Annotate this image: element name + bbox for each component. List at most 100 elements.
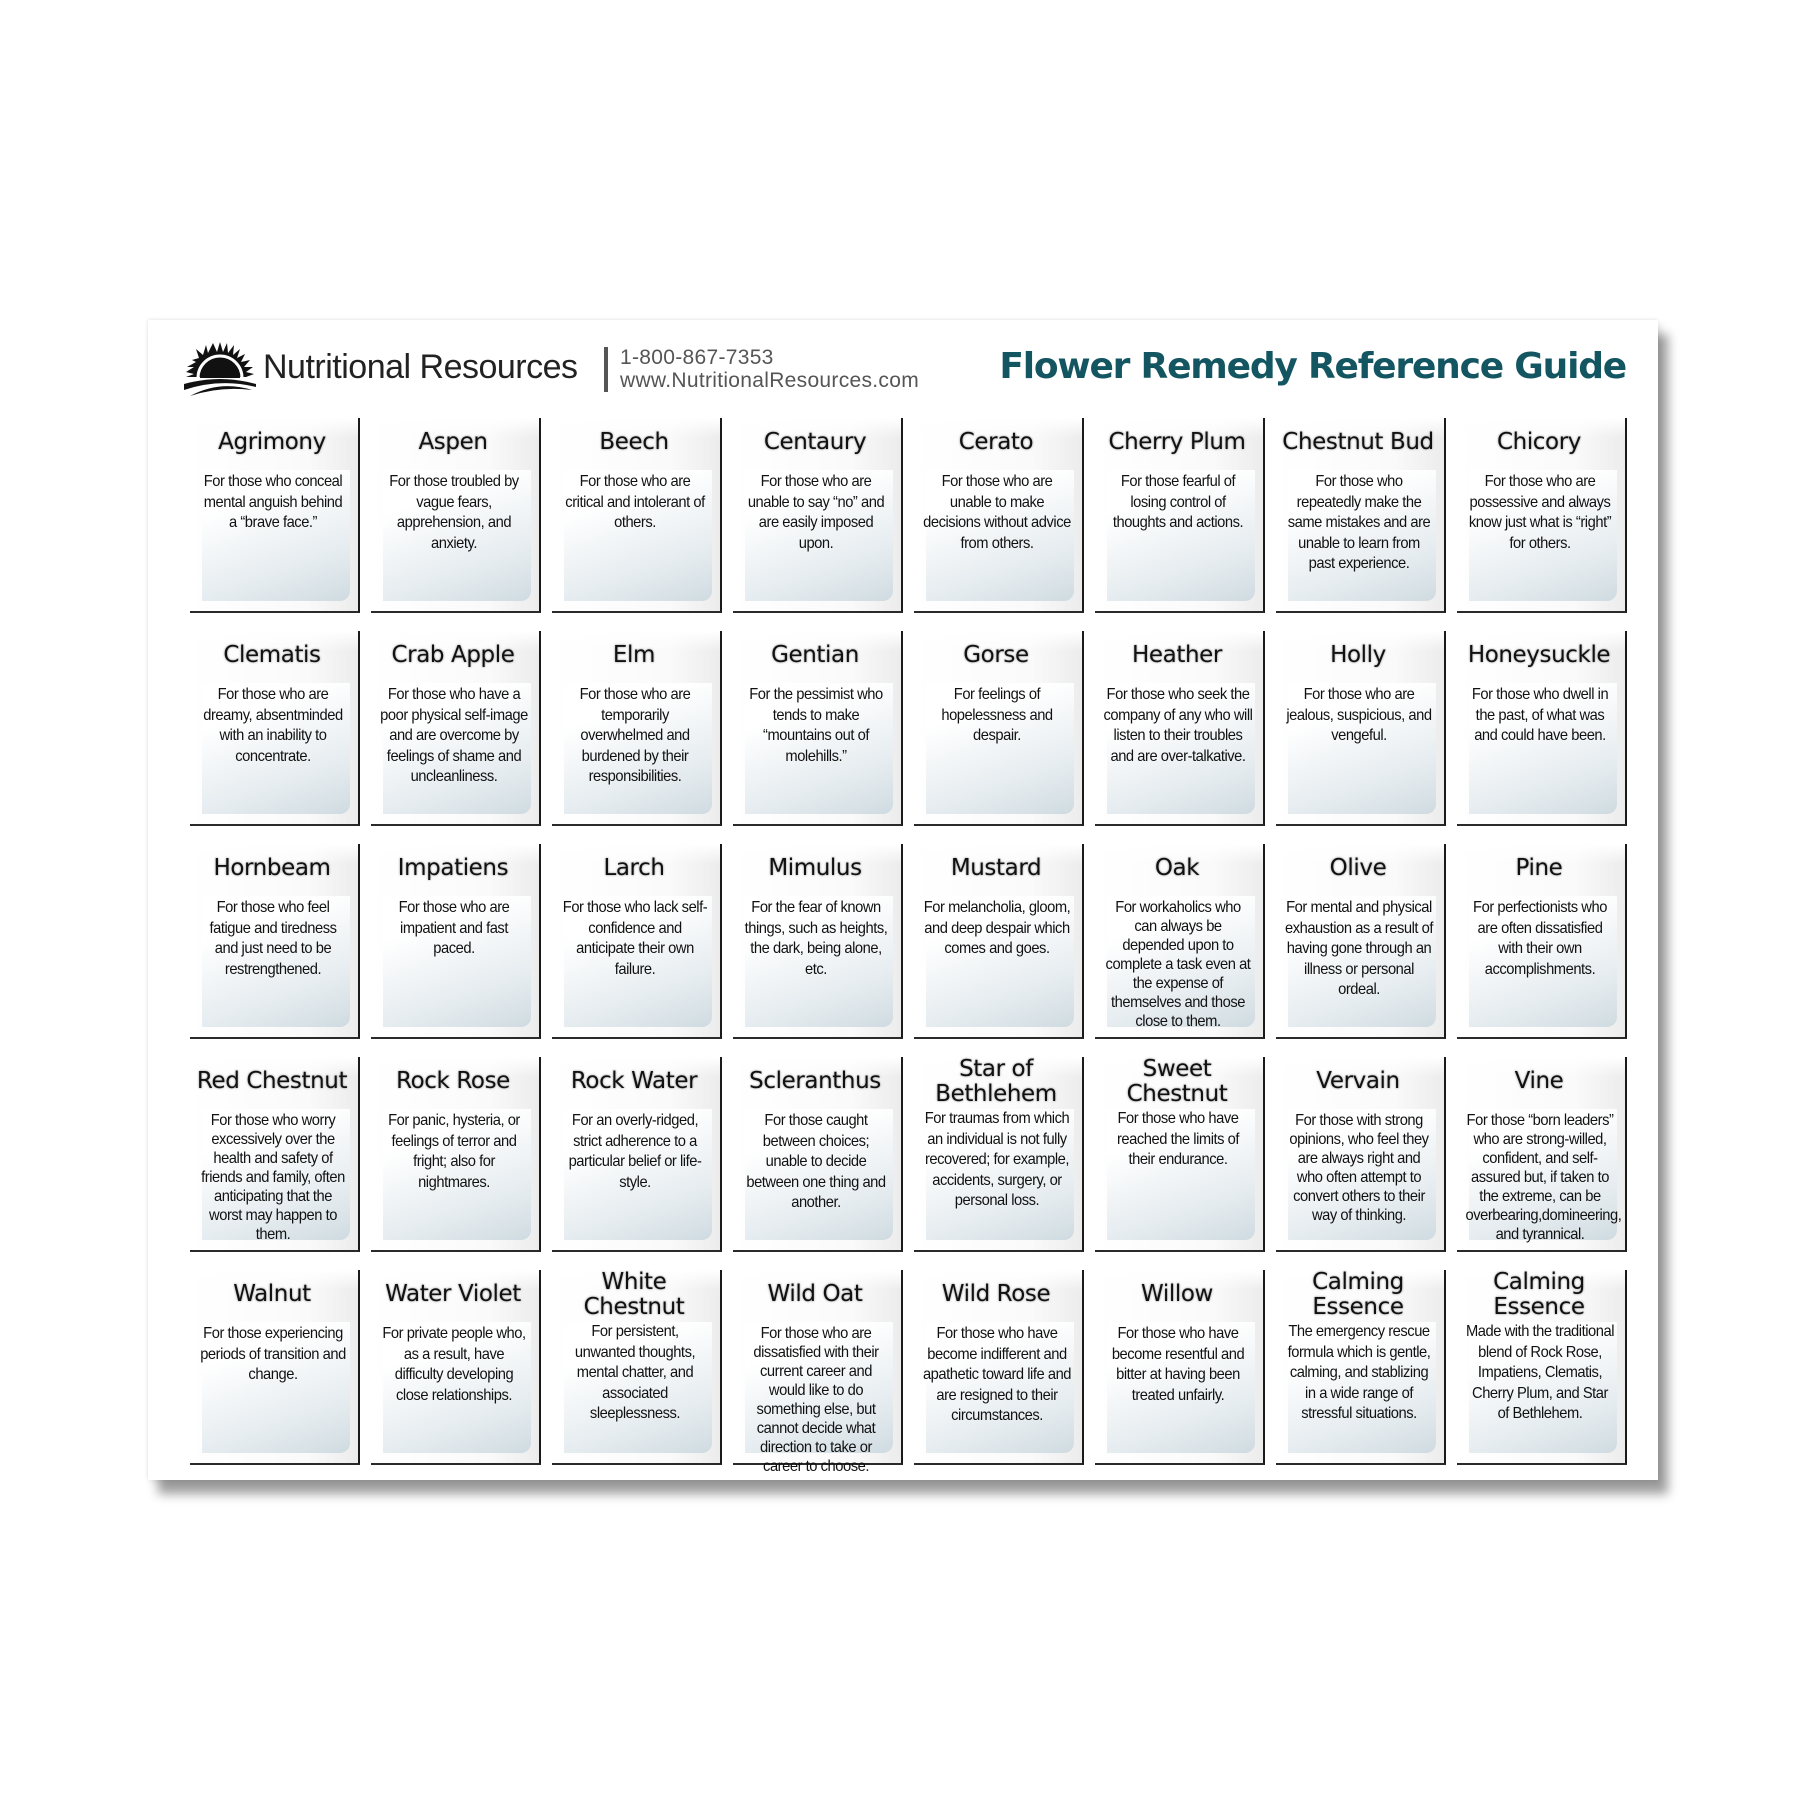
remedy-card: Agrimony For those who conceal mental ang… (190, 418, 360, 613)
remedy-card: Holly For those who are jealous, suspicio… (1276, 631, 1446, 826)
remedy-description: For those who are jealous, suspicious, a… (1286, 686, 1432, 744)
remedy-name: Vervain (1316, 1068, 1400, 1094)
remedy-name: Chicory (1496, 429, 1581, 455)
remedy-name: Walnut (233, 1281, 311, 1307)
remedy-description: For those who have a poor physical self-… (380, 686, 528, 785)
website-link[interactable]: www.NutritionalResources.com (620, 369, 919, 392)
remedy-name: Holly (1330, 642, 1386, 668)
remedy-description: For melancholia, gloom, and deep despair… (923, 899, 1071, 957)
remedy-card: Hornbeam For those who feel fatigue and t… (190, 844, 360, 1039)
phone-number: 1-800-867-7353 (620, 346, 774, 369)
remedy-name: Star of Bethlehem (935, 1056, 1057, 1107)
remedy-card: Vervain For those with strong opinions, w… (1276, 1057, 1446, 1252)
remedy-card: Crab Apple For those who have a poor phys… (371, 631, 541, 826)
remedy-card: Pine For perfectionists who are often dis… (1457, 844, 1627, 1039)
remedy-name: Mustard (950, 855, 1042, 881)
remedy-name: Centaury (763, 429, 867, 455)
remedy-description: For those who are temporarily overwhelme… (579, 686, 691, 785)
remedy-name: Water Violet (385, 1281, 521, 1307)
remedy-description: For those who worry excessively over the… (201, 1112, 345, 1243)
remedy-name: Chestnut Bud (1282, 429, 1434, 455)
remedy-name: Clematis (223, 642, 321, 668)
remedy-card: Calming Essence Made with the traditional … (1457, 1270, 1627, 1465)
remedy-card: Olive For mental and physical exhaustion … (1276, 844, 1446, 1039)
remedy-name: Rock Rose (396, 1068, 510, 1094)
remedy-name: Agrimony (218, 429, 326, 455)
page-title: Flower Remedy Reference Guide (999, 346, 1627, 387)
remedy-description: For those experiencing periods of transi… (200, 1325, 346, 1383)
remedy-grid: Agrimony For those who conceal mental ang… (190, 418, 1638, 1475)
remedy-card: Willow For those who have become resentfu… (1095, 1270, 1265, 1465)
remedy-description: For those who conceal mental anguish beh… (203, 473, 343, 531)
remedy-description: For those who are unable to say “no” and… (747, 473, 885, 552)
remedy-card: Water Violet For private people who, as a… (371, 1270, 541, 1465)
remedy-description: For those who dwell in the past, of what… (1471, 686, 1609, 744)
remedy-description: For those who are impatient and fast pac… (398, 899, 510, 957)
remedy-description: For those caught between choices; unable… (746, 1112, 886, 1211)
remedy-description: For persistent, unwanted thoughts, menta… (574, 1323, 696, 1422)
remedy-card: Impatiens For those who are impatient and… (371, 844, 541, 1039)
remedy-card: Star of Bethlehem For traumas from which a… (914, 1057, 1084, 1252)
remedy-card: Wild Rose For those who have become indif… (914, 1270, 1084, 1465)
remedy-card: Walnut For those experiencing periods of … (190, 1270, 360, 1465)
remedy-card: Mimulus For the fear of known things, suc… (733, 844, 903, 1039)
remedy-description: For those who are possessive and always … (1468, 473, 1612, 552)
remedy-card: Honeysuckle For those who dwell in the pa… (1457, 631, 1627, 826)
remedy-card: Rock Rose For panic, hysteria, or feeling… (371, 1057, 541, 1252)
brand-name: Nutritional Resources (263, 348, 578, 386)
remedy-name: Elm (612, 642, 656, 668)
remedy-description: Made with the traditional blend of Rock … (1465, 1323, 1615, 1422)
remedy-card: Aspen For those troubled by vague fears, … (371, 418, 541, 613)
remedy-card: Beech For those who are critical and into… (552, 418, 722, 613)
remedy-name: Hornbeam (213, 855, 331, 881)
remedy-name: Honeysuckle (1467, 642, 1611, 668)
remedy-description: For workaholics who can always be depend… (1105, 899, 1251, 1030)
contact-info: 1-800-867-7353 www.NutritionalResources.… (620, 346, 919, 392)
remedy-name: Olive (1329, 855, 1387, 881)
remedy-card: Heather For those who seek the company of… (1095, 631, 1265, 826)
remedy-description: For perfectionists who are often dissati… (1473, 899, 1607, 978)
remedy-description: For mental and physical exhaustion as a … (1284, 899, 1434, 998)
remedy-name: Cherry Plum (1108, 429, 1246, 455)
remedy-description: For those who are unable to make decisio… (923, 473, 1071, 552)
remedy-card: Calming Essence The emergency rescue formu… (1276, 1270, 1446, 1465)
remedy-name: Larch (603, 855, 665, 881)
remedy-description: For private people who, as a result, hav… (382, 1325, 526, 1404)
remedy-name: Impatiens (397, 855, 509, 881)
remedy-description: For an overly-ridged, strict adherence t… (568, 1112, 702, 1191)
remedy-card: Rock Water For an overly-ridged, strict a… (552, 1057, 722, 1252)
remedy-card: White Chestnut For persistent, unwanted th… (552, 1270, 722, 1465)
sheet-header: Nutritional Resources 1-800-867-7353 www… (148, 320, 1658, 415)
remedy-name: Rock Water (570, 1068, 698, 1094)
remedy-card: Sweet Chestnut For those who have reached … (1095, 1057, 1265, 1252)
remedy-description: For those who feel fatigue and tiredness… (209, 899, 337, 978)
remedy-card: Centaury For those who are unable to say … (733, 418, 903, 613)
reference-sheet: Nutritional Resources 1-800-867-7353 www… (148, 320, 1658, 1480)
remedy-description: For those who have become resentful and … (1111, 1325, 1245, 1404)
remedy-name: Mimulus (768, 855, 862, 881)
remedy-name: Sweet Chestnut (1126, 1056, 1228, 1107)
remedy-card: Scleranthus For those caught between choi… (733, 1057, 903, 1252)
remedy-name: Calming Essence (1312, 1269, 1404, 1320)
remedy-card: Vine For those “born leaders” who are str… (1457, 1057, 1627, 1252)
remedy-description: For those who are critical and intoleran… (565, 473, 705, 531)
remedy-description: For those who seek the company of any wh… (1103, 686, 1253, 765)
remedy-description: For those “born leaders” who are strong-… (1465, 1112, 1622, 1243)
remedy-description: For those who are dissatisfied with thei… (753, 1325, 879, 1475)
remedy-card: Red Chestnut For those who worry excessiv… (190, 1057, 360, 1252)
remedy-description: For those who have reached the limits of… (1116, 1110, 1240, 1168)
remedy-name: Vine (1514, 1068, 1564, 1094)
remedy-description: For the pessimist who tends to make “mou… (749, 686, 883, 765)
remedy-name: Red Chestnut (196, 1068, 348, 1094)
remedy-name: Aspen (418, 429, 488, 455)
remedy-description: For traumas from which an individual is … (924, 1110, 1070, 1209)
remedy-description: For the fear of known things, such as he… (744, 899, 888, 978)
remedy-card: Elm For those who are temporarily overwhe… (552, 631, 722, 826)
remedy-name: Crab Apple (391, 642, 515, 668)
remedy-description: For those who have become indifferent an… (922, 1325, 1072, 1424)
remedy-card: Oak For workaholics who can always be dep… (1095, 844, 1265, 1039)
sunrise-logo-icon (184, 342, 256, 396)
remedy-description: For those who are dreamy, absentminded w… (203, 686, 343, 765)
remedy-name: Gorse (963, 642, 1029, 668)
remedy-name: Calming Essence (1493, 1269, 1585, 1320)
